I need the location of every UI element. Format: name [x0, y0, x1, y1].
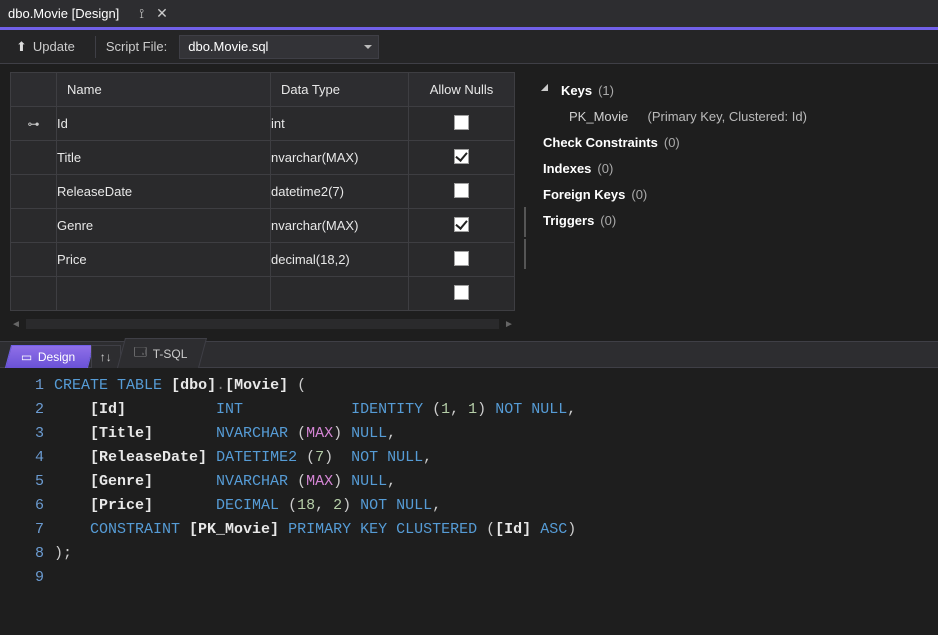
- allow-nulls-cell[interactable]: [409, 175, 515, 209]
- triggers-label: Triggers: [543, 208, 594, 234]
- keys-panel: Keys (1) PK_Movie (Primary Key, Clustere…: [529, 64, 938, 341]
- column-type-cell[interactable]: decimal(18,2): [271, 243, 409, 277]
- column-name-cell[interactable]: Genre: [57, 209, 271, 243]
- columns-h-scrollbar[interactable]: ◄ ►: [10, 317, 515, 331]
- sql-icon: 🗔: [134, 343, 147, 364]
- column-type-cell[interactable]: int: [271, 107, 409, 141]
- row-selector[interactable]: [11, 175, 57, 209]
- keys-item[interactable]: PK_Movie (Primary Key, Clustered: Id): [569, 104, 926, 130]
- column-type-cell[interactable]: nvarchar(MAX): [271, 141, 409, 175]
- column-name-cell[interactable]: Id: [57, 107, 271, 141]
- scriptfile-dropdown[interactable]: dbo.Movie.sql: [179, 35, 379, 59]
- expand-icon[interactable]: [541, 84, 555, 98]
- table-row[interactable]: ReleaseDatedatetime2(7): [11, 175, 515, 209]
- tab-tsql-label: T-SQL: [153, 347, 188, 361]
- keys-count: (1): [598, 78, 614, 104]
- indexes-count: (0): [597, 156, 613, 182]
- tab-swap-button[interactable]: ↑↓: [91, 345, 121, 368]
- fk-label: Foreign Keys: [543, 182, 625, 208]
- designer-toolbar: ⬆ Update Script File: dbo.Movie.sql: [0, 30, 938, 64]
- design-icon: ▭: [21, 350, 32, 364]
- row-selector[interactable]: [11, 209, 57, 243]
- table-row[interactable]: Pricedecimal(18,2): [11, 243, 515, 277]
- fk-count: (0): [631, 182, 647, 208]
- lower-tabstrip: ▭ Design ↑↓ 🗔 T-SQL: [0, 342, 938, 368]
- toolbar-separator: [95, 36, 96, 58]
- table-row[interactable]: Titlenvarchar(MAX): [11, 141, 515, 175]
- row-selector[interactable]: [11, 141, 57, 175]
- row-selector[interactable]: [11, 277, 57, 311]
- update-button-label: Update: [33, 39, 75, 54]
- tab-design-label: Design: [38, 350, 75, 364]
- allow-nulls-cell[interactable]: [409, 277, 515, 311]
- allow-nulls-cell[interactable]: [409, 243, 515, 277]
- column-name-cell[interactable]: Price: [57, 243, 271, 277]
- foreign-keys-node[interactable]: Foreign Keys (0): [543, 182, 926, 208]
- allow-nulls-checkbox[interactable]: [454, 115, 469, 130]
- column-name-cell[interactable]: ReleaseDate: [57, 175, 271, 209]
- keys-item-name: PK_Movie: [569, 104, 628, 130]
- table-row[interactable]: ⊶ Idint: [11, 107, 515, 141]
- sql-editor[interactable]: 123456789 CREATE TABLE [dbo].[Movie] ( […: [0, 368, 938, 614]
- columns-header-name[interactable]: Name: [57, 73, 271, 107]
- vertical-splitter[interactable]: [521, 64, 529, 341]
- upload-icon: ⬆: [16, 39, 27, 55]
- keys-item-desc: (Primary Key, Clustered: Id): [647, 104, 806, 130]
- columns-grid-panel: Name Data Type Allow Nulls ⊶ IdintTitlenv…: [0, 64, 521, 341]
- check-label: Check Constraints: [543, 130, 658, 156]
- close-icon[interactable]: ✕: [156, 5, 168, 22]
- row-selector[interactable]: [11, 243, 57, 277]
- scroll-right-icon[interactable]: ►: [503, 319, 515, 330]
- document-tab-bar: dbo.Movie [Design] ⟟ ✕: [0, 0, 938, 30]
- line-number-gutter: 123456789: [0, 368, 54, 614]
- column-type-cell[interactable]: nvarchar(MAX): [271, 209, 409, 243]
- check-constraints-node[interactable]: Check Constraints (0): [543, 130, 926, 156]
- scroll-left-icon[interactable]: ◄: [10, 319, 22, 330]
- allow-nulls-cell[interactable]: [409, 141, 515, 175]
- column-name-cell[interactable]: [57, 277, 271, 311]
- allow-nulls-cell[interactable]: [409, 209, 515, 243]
- triggers-count: (0): [600, 208, 616, 234]
- table-row[interactable]: [11, 277, 515, 311]
- allow-nulls-checkbox[interactable]: [454, 251, 469, 266]
- allow-nulls-checkbox[interactable]: [454, 217, 469, 232]
- sql-code[interactable]: CREATE TABLE [dbo].[Movie] ( [Id] INT ID…: [54, 368, 576, 614]
- scriptfile-value: dbo.Movie.sql: [188, 39, 268, 54]
- designer-top-pane: Name Data Type Allow Nulls ⊶ IdintTitlenv…: [0, 64, 938, 342]
- pin-icon[interactable]: ⟟: [139, 6, 144, 22]
- indexes-node[interactable]: Indexes (0): [543, 156, 926, 182]
- primary-key-icon: ⊶: [28, 117, 40, 131]
- column-type-cell[interactable]: [271, 277, 409, 311]
- allow-nulls-cell[interactable]: [409, 107, 515, 141]
- table-row[interactable]: Genrenvarchar(MAX): [11, 209, 515, 243]
- scriptfile-label: Script File:: [106, 39, 167, 54]
- tab-tsql[interactable]: 🗔 T-SQL: [117, 338, 207, 368]
- column-name-cell[interactable]: Title: [57, 141, 271, 175]
- row-selector[interactable]: ⊶: [11, 107, 57, 141]
- allow-nulls-checkbox[interactable]: [454, 149, 469, 164]
- scroll-track[interactable]: [26, 319, 499, 329]
- columns-header-icon: [11, 73, 57, 107]
- allow-nulls-checkbox[interactable]: [454, 285, 469, 300]
- column-type-cell[interactable]: datetime2(7): [271, 175, 409, 209]
- columns-table[interactable]: Name Data Type Allow Nulls ⊶ IdintTitlenv…: [10, 72, 515, 311]
- columns-header-type[interactable]: Data Type: [271, 73, 409, 107]
- triggers-node[interactable]: Triggers (0): [543, 208, 926, 234]
- update-button[interactable]: ⬆ Update: [12, 36, 85, 58]
- document-tab-title[interactable]: dbo.Movie [Design]: [8, 6, 119, 21]
- keys-node[interactable]: Keys (1): [543, 78, 926, 104]
- allow-nulls-checkbox[interactable]: [454, 183, 469, 198]
- columns-header-nulls[interactable]: Allow Nulls: [409, 73, 515, 107]
- swap-icon: ↑↓: [100, 350, 112, 364]
- indexes-label: Indexes: [543, 156, 591, 182]
- keys-label: Keys: [561, 78, 592, 104]
- tab-design[interactable]: ▭ Design: [5, 345, 94, 368]
- check-count: (0): [664, 130, 680, 156]
